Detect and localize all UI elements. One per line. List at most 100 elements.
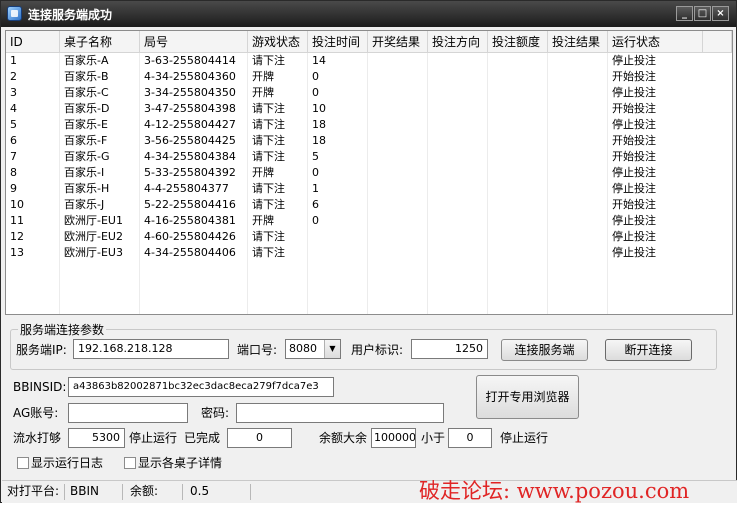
port-select[interactable]: 8080 ▼ — [285, 339, 341, 359]
cell-id: 4 — [10, 102, 17, 115]
table-list[interactable]: ID 桌子名称 局号 游戏状态 投注时间 开奖结果 投注方向 投注额度 投注结果 运行状态 1 百家乐… — [5, 30, 733, 315]
header-col-bet-direction[interactable]: 投注方向 — [428, 31, 488, 53]
show-tables-checkbox[interactable] — [124, 457, 136, 469]
connect-server-button[interactable]: 连接服务端 — [501, 339, 588, 361]
cell-bet-direction — [428, 245, 488, 261]
ag-account-input[interactable] — [68, 403, 188, 423]
balance-above-input[interactable]: 100000 — [371, 428, 416, 448]
maximize-icon[interactable]: □ — [694, 6, 711, 21]
cell-id: 5 — [10, 118, 17, 131]
cell-bet-time — [308, 229, 368, 245]
balance-above-label: 余额大余 — [319, 431, 368, 445]
table-row[interactable]: 7 百家乐-G 4-34-255804384 请下注 5 开始投注 — [6, 149, 732, 165]
cell-bet-time: 0 — [312, 214, 319, 227]
cell-game-status: 请下注 — [252, 182, 285, 195]
less-than-input[interactable]: 0 — [448, 428, 492, 448]
server-ip-input[interactable]: 192.168.218.128 — [73, 339, 229, 359]
cell-bet-result — [548, 133, 608, 149]
header-col-bet-time[interactable]: 投注时间 — [308, 31, 368, 53]
cell-table-name: 百家乐-J — [64, 198, 105, 211]
table-row[interactable]: 1 百家乐-A 3-63-255804414 请下注 14 停止投注 — [6, 53, 732, 69]
header-col-table-name[interactable]: 桌子名称 — [60, 31, 140, 53]
cell-result — [368, 245, 428, 261]
table-row[interactable]: 6 百家乐-F 3-56-255804425 请下注 18 开始投注 — [6, 133, 732, 149]
cell-run-status: 开始投注 — [612, 150, 656, 163]
table-row[interactable]: 12 欧洲厅-EU2 4-60-255804426 请下注 停止投注 — [6, 229, 732, 245]
cell-round-no: 3-56-255804425 — [144, 134, 236, 147]
cell-table-name: 百家乐-B — [64, 70, 109, 83]
chevron-down-icon[interactable]: ▼ — [324, 340, 340, 358]
cell-result — [368, 229, 428, 245]
cell-bet-time: 0 — [312, 166, 319, 179]
user-id-input[interactable]: 1250 — [411, 339, 488, 359]
cell-table-name: 百家乐-H — [64, 182, 110, 195]
close-icon[interactable]: × — [712, 6, 729, 21]
cell-table-name: 欧洲厅-EU3 — [64, 246, 123, 259]
table-row[interactable]: 4 百家乐-D 3-47-255804398 请下注 10 开始投注 — [6, 101, 732, 117]
bbinsid-input[interactable]: a43863b82002871bc32ec3dac8eca279f7dca7e3 — [68, 377, 334, 397]
header-col-id[interactable]: ID — [6, 31, 60, 53]
open-browser-button[interactable]: 打开专用浏览器 — [476, 375, 579, 419]
cell-run-status: 开始投注 — [612, 70, 656, 83]
cell-id: 1 — [10, 54, 17, 67]
cell-round-no: 4-34-255804360 — [144, 70, 236, 83]
show-log-checkbox[interactable] — [17, 457, 29, 469]
title-bar[interactable]: 连接服务端成功 _ □ × — [1, 1, 736, 27]
disconnect-button[interactable]: 断开连接 — [605, 339, 692, 361]
table-row[interactable]: 2 百家乐-B 4-34-255804360 开牌 0 开始投注 — [6, 69, 732, 85]
cell-bet-result — [548, 181, 608, 197]
cell-bet-time: 5 — [312, 150, 319, 163]
cell-round-no: 4-12-255804427 — [144, 118, 236, 131]
platform-label: 对打平台: — [7, 484, 60, 498]
table-row[interactable]: 11 欧洲厅-EU1 4-16-255804381 开牌 0 停止投注 — [6, 213, 732, 229]
password-input[interactable] — [236, 403, 444, 423]
minimize-icon[interactable]: _ — [676, 6, 693, 21]
header-col-round-no[interactable]: 局号 — [140, 31, 248, 53]
main-window: 连接服务端成功 _ □ × ID 桌子名称 局号 游戏状态 投注时间 开奖结果 投注方向 投注… — [0, 0, 737, 503]
table-row[interactable]: 10 百家乐-J 5-22-255804416 请下注 6 开始投注 — [6, 197, 732, 213]
cell-bet-time: 1 — [312, 182, 319, 195]
cell-bet-direction — [428, 213, 488, 229]
cell-bet-result — [548, 213, 608, 229]
cell-game-status: 开牌 — [252, 166, 274, 179]
cell-bet-result — [548, 53, 608, 69]
show-tables-label[interactable]: 显示各桌子详情 — [138, 454, 222, 472]
cell-result — [368, 69, 428, 85]
cell-bet-direction — [428, 101, 488, 117]
table-row[interactable]: 8 百家乐-I 5-33-255804392 开牌 0 停止投注 — [6, 165, 732, 181]
cell-id: 2 — [10, 70, 17, 83]
table-row[interactable]: 9 百家乐-H 4-4-255804377 请下注 1 停止投注 — [6, 181, 732, 197]
cell-bet-result — [548, 197, 608, 213]
table-row[interactable]: 13 欧洲厅-EU3 4-34-255804406 请下注 停止投注 — [6, 245, 732, 261]
cell-table-name: 百家乐-D — [64, 102, 110, 115]
completed-input[interactable]: 0 — [227, 428, 292, 448]
header-col-game-status[interactable]: 游戏状态 — [248, 31, 308, 53]
cell-table-name: 百家乐-C — [64, 86, 109, 99]
cell-bet-amount — [488, 149, 548, 165]
cell-bet-result — [548, 101, 608, 117]
cell-bet-amount — [488, 197, 548, 213]
cell-run-status: 停止投注 — [612, 54, 656, 67]
table-row[interactable]: 3 百家乐-C 3-34-255804350 开牌 0 停止投注 — [6, 85, 732, 101]
cell-bet-time: 14 — [312, 54, 326, 67]
table-row[interactable]: 5 百家乐-E 4-12-255804427 请下注 18 停止投注 — [6, 117, 732, 133]
cell-game-status: 开牌 — [252, 86, 274, 99]
show-log-label[interactable]: 显示运行日志 — [31, 454, 103, 472]
flow-input[interactable]: 5300 — [68, 428, 125, 448]
cell-bet-time: 10 — [312, 102, 326, 115]
cell-game-status: 开牌 — [252, 70, 274, 83]
cell-bet-amount — [488, 245, 548, 261]
ag-account-label: AG账号: — [13, 406, 59, 420]
password-label: 密码: — [201, 406, 230, 420]
cell-round-no: 4-34-255804384 — [144, 150, 236, 163]
cell-id: 10 — [10, 198, 24, 211]
header-col-bet-amount[interactable]: 投注额度 — [488, 31, 548, 53]
header-col-run-status[interactable]: 运行状态 — [608, 31, 703, 53]
cell-id: 8 — [10, 166, 17, 179]
header-col-result[interactable]: 开奖结果 — [368, 31, 428, 53]
cell-result — [368, 133, 428, 149]
header-col-bet-result[interactable]: 投注结果 — [548, 31, 608, 53]
cell-bet-amount — [488, 165, 548, 181]
stop-run-label-2: 停止运行 — [500, 431, 549, 445]
cell-run-status: 停止投注 — [612, 214, 656, 227]
